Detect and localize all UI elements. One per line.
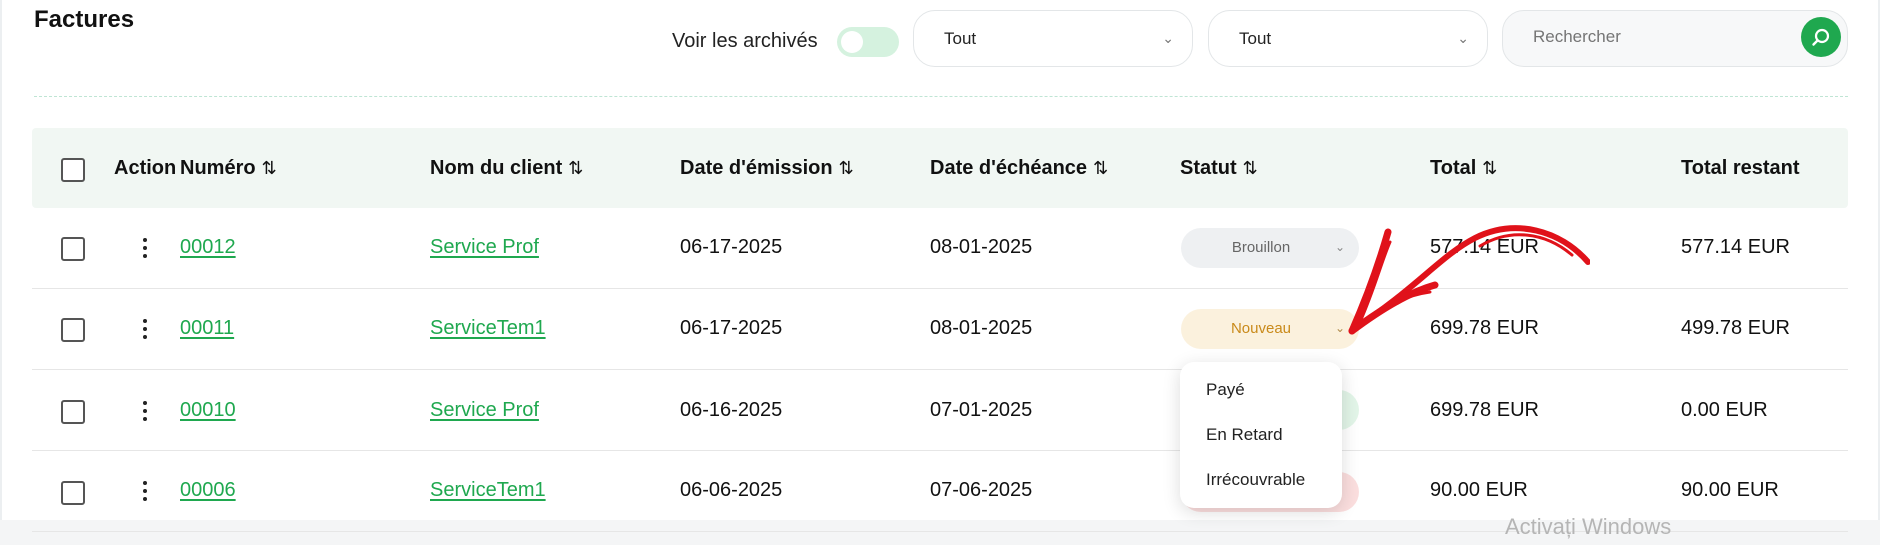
total-amount: 699.78 EUR [1430,399,1539,421]
header-statut-label: Statut [1180,157,1237,179]
due-date: 07-01-2025 [930,399,1033,421]
chevron-down-icon: ⌄ [1457,30,1469,46]
row-checkbox[interactable] [61,481,85,505]
header-action: Action [114,157,176,180]
sort-icon: ⇅ [1482,158,1498,178]
sort-icon: ⇅ [838,158,854,178]
status-label: Brouillon [1231,239,1291,256]
header-total-label: Total [1430,157,1477,179]
sort-icon: ⇅ [1242,158,1258,178]
header-client-label: Nom du client [430,157,563,179]
search-button[interactable] [1801,17,1841,57]
client-link[interactable]: Service Prof [430,399,539,422]
filter-select-1[interactable]: Tout ⌄ [913,10,1193,67]
header-echeance[interactable]: Date d'échéance ⇅ [930,157,1108,180]
remaining-amount: 499.78 EUR [1681,317,1790,339]
invoice-number-link[interactable]: 00011 [180,317,234,340]
sort-icon: ⇅ [1093,158,1109,178]
status-option-en-retard[interactable]: En Retard [1206,425,1283,445]
header-statut[interactable]: Statut ⇅ [1180,157,1258,180]
emission-date: 06-17-2025 [680,236,783,258]
due-date: 07-06-2025 [930,479,1033,501]
filter-select-1-value: Tout [944,29,977,48]
header-total[interactable]: Total ⇅ [1430,157,1497,180]
client-link[interactable]: Service Prof [430,236,539,259]
status-option-paye[interactable]: Payé [1206,380,1245,400]
header-numero-label: Numéro [180,157,256,179]
page-left-border [0,0,2,520]
select-all-checkbox[interactable] [61,158,85,182]
section-divider [34,96,1848,97]
archive-toggle[interactable] [837,27,899,57]
kebab-icon[interactable] [138,238,152,258]
header-emission-label: Date d'émission [680,157,833,179]
client-link[interactable]: ServiceTem1 [430,317,546,340]
header-echeance-label: Date d'échéance [930,157,1088,179]
search-icon [1812,28,1830,46]
filter-select-2[interactable]: Tout ⌄ [1208,10,1488,67]
status-option-irrecouvrable[interactable]: Irrécouvrable [1206,470,1305,490]
search-input[interactable] [1533,27,1733,47]
remaining-amount: 577.14 EUR [1681,236,1790,258]
total-amount: 90.00 EUR [1430,479,1528,501]
sort-icon: ⇅ [261,158,277,178]
header-restant-label: Total restant [1681,157,1800,179]
header-emission[interactable]: Date d'émission ⇅ [680,157,854,180]
emission-date: 06-16-2025 [680,399,783,421]
chevron-down-icon: ⌄ [1162,30,1174,46]
kebab-icon[interactable] [138,481,152,501]
kebab-icon[interactable] [138,401,152,421]
remaining-amount: 0.00 EUR [1681,399,1768,421]
row-checkbox[interactable] [61,318,85,342]
kebab-icon[interactable] [138,319,152,339]
row-checkbox[interactable] [61,237,85,261]
due-date: 08-01-2025 [930,317,1033,339]
toggle-knob [841,31,863,53]
header-action-label: Action [114,157,177,179]
page-title: Factures [34,6,135,33]
archive-label: Voir les archivés [672,30,818,52]
emission-date: 06-17-2025 [680,317,783,339]
invoice-number-link[interactable]: 00006 [180,479,236,502]
client-link[interactable]: ServiceTem1 [430,479,546,502]
header-numero[interactable]: Numéro ⇅ [180,157,277,180]
header-client[interactable]: Nom du client ⇅ [430,157,583,180]
header-restant: Total restant [1681,157,1800,180]
invoice-number-link[interactable]: 00012 [180,236,236,259]
status-dropdown-menu: Payé En Retard Irrécouvrable [1180,362,1342,508]
sort-icon: ⇅ [568,158,584,178]
filter-select-2-value: Tout [1239,29,1272,48]
search-box [1502,10,1848,67]
remaining-amount: 90.00 EUR [1681,479,1779,501]
annotation-arrow [1348,225,1590,335]
windows-activation-watermark: Activați Windows [1505,514,1672,539]
emission-date: 06-06-2025 [680,479,783,501]
due-date: 08-01-2025 [930,236,1033,258]
status-label: Nouveau [1230,320,1292,337]
row-checkbox[interactable] [61,400,85,424]
invoice-number-link[interactable]: 00010 [180,399,236,422]
